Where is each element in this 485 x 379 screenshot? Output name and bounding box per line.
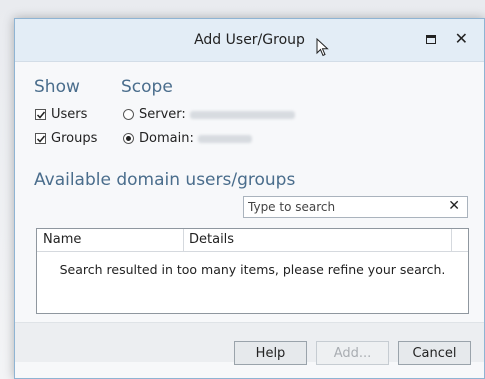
column-divider[interactable] (451, 229, 452, 251)
domain-radio[interactable] (123, 133, 134, 144)
list-message: Search resulted in too many items, pleas… (59, 262, 446, 277)
close-icon[interactable]: ✕ (455, 29, 468, 48)
add-button: Add... (316, 341, 389, 365)
clear-icon[interactable]: ✕ (448, 198, 460, 214)
available-heading: Available domain users/groups (34, 170, 296, 190)
server-name-redacted (189, 110, 295, 119)
column-name[interactable]: Name (43, 232, 81, 247)
dialog-title: Add User/Group (194, 32, 305, 48)
domain-name-redacted (197, 134, 252, 143)
server-radio[interactable] (123, 109, 134, 120)
column-divider[interactable] (183, 229, 184, 251)
server-label: Server: (139, 107, 186, 122)
column-details[interactable]: Details (189, 232, 234, 247)
help-button[interactable]: Help (234, 341, 307, 365)
maximize-icon[interactable] (426, 35, 436, 44)
search-input[interactable] (248, 199, 443, 215)
title-bar: Add User/Group ✕ (15, 19, 484, 62)
list-header: Name Details (37, 229, 468, 252)
search-box: ✕ (243, 196, 468, 218)
cancel-button[interactable]: Cancel (398, 341, 471, 365)
domain-option[interactable]: Domain: (123, 131, 252, 146)
server-option[interactable]: Server: (123, 107, 295, 122)
users-option[interactable]: Users (35, 107, 87, 122)
show-heading: Show (34, 77, 80, 97)
scope-heading: Scope (121, 77, 173, 97)
results-list[interactable]: Name Details Search resulted in too many… (36, 228, 469, 314)
domain-label: Domain: (139, 131, 194, 146)
mouse-pointer-icon (316, 38, 329, 57)
groups-checkbox[interactable] (35, 133, 46, 144)
groups-label: Groups (51, 131, 98, 146)
groups-option[interactable]: Groups (35, 131, 97, 146)
users-checkbox[interactable] (35, 109, 46, 120)
users-label: Users (51, 107, 88, 122)
